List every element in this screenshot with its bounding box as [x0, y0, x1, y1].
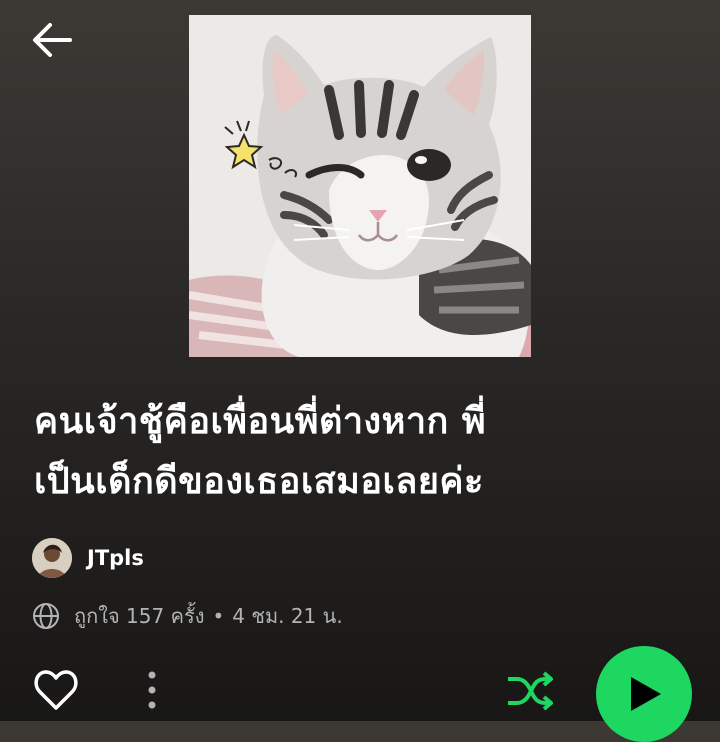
likes-count: ถูกใจ 157 ครั้ง	[74, 604, 205, 628]
playlist-owner[interactable]: JTpls	[32, 538, 144, 578]
play-button[interactable]	[596, 646, 692, 742]
playlist-title-line-2: เป็นเด็กดีของเธอเสมอเลยค่ะ	[34, 461, 484, 502]
avatar	[32, 538, 72, 578]
arrow-left-icon	[33, 23, 72, 57]
like-button[interactable]	[33, 668, 79, 712]
more-vertical-icon	[148, 671, 156, 709]
playlist-title-line-1: คนเจ้าชู้คือเพื่อนพี่ต่างหาก พี่	[34, 401, 487, 442]
shuffle-icon	[508, 671, 553, 711]
play-icon	[631, 677, 661, 711]
playlist-meta: ถูกใจ 157 ครั้ง • 4 ชม. 21 น.	[32, 600, 343, 632]
total-duration: 4 ชม. 21 น.	[232, 604, 343, 628]
globe-icon	[33, 603, 59, 629]
owner-name: JTpls	[87, 546, 144, 570]
playlist-title: คนเจ้าชู้คือเพื่อนพี่ต่างหาก พี่ เป็นเด็…	[34, 392, 674, 512]
back-button[interactable]	[28, 18, 76, 62]
playlist-cover-image	[189, 15, 531, 357]
meta-separator: •	[212, 604, 225, 628]
heart-outline-icon	[34, 670, 78, 710]
more-options-button[interactable]	[140, 668, 164, 714]
shuffle-button[interactable]	[505, 669, 553, 713]
